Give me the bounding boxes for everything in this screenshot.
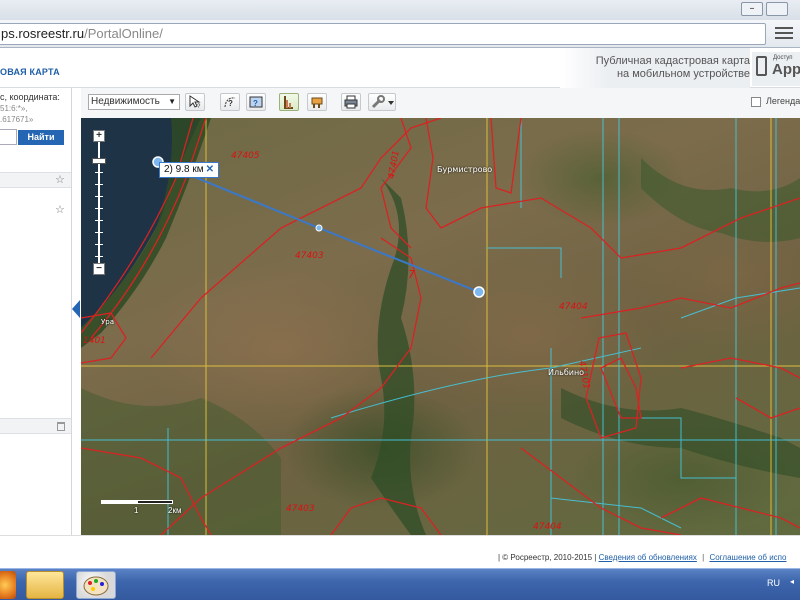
- palette-icon: [83, 576, 109, 596]
- maximize-button[interactable]: [766, 2, 788, 16]
- minimize-button[interactable]: –: [741, 2, 763, 16]
- dropdown-arrow-icon: ▼: [168, 97, 176, 106]
- address-bar-row: ps.rosreestr.ru/PortalOnline/: [0, 20, 800, 48]
- zoom-out-button[interactable]: −: [93, 263, 105, 275]
- scale-end-label: 2км: [168, 506, 182, 515]
- parcel-label-47404[interactable]: 47404: [559, 302, 588, 312]
- zoom-handle[interactable]: [92, 158, 106, 164]
- parcel-label-7[interactable]: 7: [408, 268, 415, 281]
- parcel-label-47403[interactable]: 47403: [295, 251, 324, 261]
- place-label-burmistrovo: Бурмистрово: [437, 165, 493, 174]
- sidebar-collapse-arrow-icon[interactable]: [72, 300, 80, 318]
- left-sidebar: с, координата: 51:6:*», .617671» Найти ☆…: [0, 88, 72, 535]
- legend-label: Легенда: [766, 96, 800, 106]
- ruler-icon: [284, 96, 293, 109]
- sidebar-section-header[interactable]: ☆: [0, 172, 71, 188]
- updates-link[interactable]: Сведения об обновлениях: [599, 553, 697, 562]
- cursor-question-icon: ?: [189, 95, 201, 109]
- find-button[interactable]: Найти: [18, 130, 64, 145]
- zoom-slider[interactable]: + −: [92, 130, 106, 275]
- portal-title[interactable]: ОВАЯ КАРТА: [0, 67, 60, 77]
- measure-result-tag: 2) 9.8 км ✕: [159, 162, 219, 178]
- measure-result-label: 2) 9.8 км: [164, 164, 204, 175]
- parcel-label-47405[interactable]: 47405: [231, 151, 260, 161]
- windows-taskbar: RU ◂: [0, 568, 800, 600]
- address-bar[interactable]: ps.rosreestr.ru/PortalOnline/: [0, 23, 766, 45]
- rect-question-icon: ?: [249, 96, 263, 108]
- tray-arrow-icon[interactable]: ◂: [790, 577, 794, 586]
- app-store-label: App: [772, 61, 800, 78]
- portal-header: ОВАЯ КАРТА Публичная кадастровая карта н…: [0, 48, 800, 88]
- address-domain: ps.rosreestr.ru: [1, 26, 85, 41]
- favorite-star-icon[interactable]: ☆: [55, 173, 65, 186]
- tools-dropdown-button[interactable]: [368, 93, 396, 111]
- svg-text:?: ?: [253, 99, 258, 108]
- agreement-link[interactable]: Соглашение об испо: [709, 553, 786, 562]
- parcel-label-1401[interactable]: 1401: [83, 336, 106, 346]
- map-overlay: [81, 118, 800, 535]
- identify-tool-button[interactable]: ?: [185, 93, 205, 111]
- browser-title-bar: –: [0, 0, 800, 20]
- place-label-west: Ура: [101, 318, 114, 326]
- parcel-label-47404-south[interactable]: 47404: [533, 522, 562, 532]
- scale-bar: 1 2км: [101, 498, 191, 518]
- browser-menu-icon[interactable]: [775, 27, 793, 41]
- rect-info-tool-button[interactable]: ?: [246, 93, 266, 111]
- zoom-in-button[interactable]: +: [93, 130, 105, 142]
- measure-area-button[interactable]: [307, 93, 327, 111]
- favorite-star-icon-2[interactable]: ☆: [55, 203, 65, 216]
- map-view[interactable]: + − 2) 9.8 км ✕ 47405 47403 47403 47404 4…: [81, 118, 800, 535]
- svg-text:?: ?: [228, 99, 233, 108]
- trash-icon[interactable]: [57, 422, 65, 431]
- footer-copyright: | © Росреестр, 2010-2015 |: [498, 553, 597, 562]
- search-hint-line2: 51:6:*»,: [0, 104, 28, 113]
- phone-icon: [756, 56, 767, 76]
- place-label-ilbino: Ильбино: [548, 368, 585, 377]
- page-footer: | © Росреестр, 2010-2015 | Сведения об о…: [0, 535, 800, 568]
- map-toolbar: Недвижимость ▼ ? ? ? Легенда: [81, 88, 800, 118]
- printer-icon: [344, 95, 358, 109]
- browser-taskbar-icon[interactable]: [0, 571, 16, 599]
- language-indicator[interactable]: RU: [767, 578, 780, 588]
- folder-taskbar-icon[interactable]: [26, 571, 64, 599]
- scale-mid-label: 1: [134, 506, 139, 515]
- app-store-badge[interactable]: Доступ App: [752, 52, 800, 86]
- mobile-banner-text: Публичная кадастровая карта на мобильном…: [565, 55, 750, 81]
- search-hint: с, координата: 51:6:*», .617671»: [0, 92, 60, 125]
- svg-text:?: ?: [197, 104, 201, 109]
- footer-separator: |: [702, 553, 705, 562]
- legend-checkbox[interactable]: [751, 97, 761, 107]
- mobile-banner[interactable]: Публичная кадастровая карта на мобильном…: [560, 48, 750, 88]
- mobile-banner-line2: на мобильном устройстве: [616, 68, 750, 80]
- wrench-icon: [371, 95, 394, 109]
- area-question-icon: ?: [224, 97, 236, 108]
- measure-distance-button[interactable]: [279, 93, 299, 111]
- close-icon[interactable]: ✕: [206, 164, 214, 175]
- area-info-tool-button[interactable]: ?: [220, 93, 240, 111]
- print-button[interactable]: [341, 93, 361, 111]
- area-measure-icon: [311, 97, 323, 108]
- paint-taskbar-icon[interactable]: [76, 571, 116, 599]
- layer-select[interactable]: Недвижимость ▼: [88, 94, 180, 110]
- address-path: /PortalOnline/: [84, 26, 163, 41]
- footer-text: | © Росреестр, 2010-2015 | Сведения об о…: [498, 553, 786, 562]
- search-input[interactable]: [0, 129, 17, 145]
- parcel-label-47403-south[interactable]: 47403: [286, 504, 315, 514]
- layer-select-value: Недвижимость: [91, 96, 160, 107]
- search-hint-line3: .617671»: [0, 115, 34, 124]
- mobile-banner-line1: Публичная кадастровая карта: [595, 55, 750, 67]
- sidebar-footer-row: [0, 418, 71, 434]
- search-hint-line1: с, координата:: [0, 92, 60, 102]
